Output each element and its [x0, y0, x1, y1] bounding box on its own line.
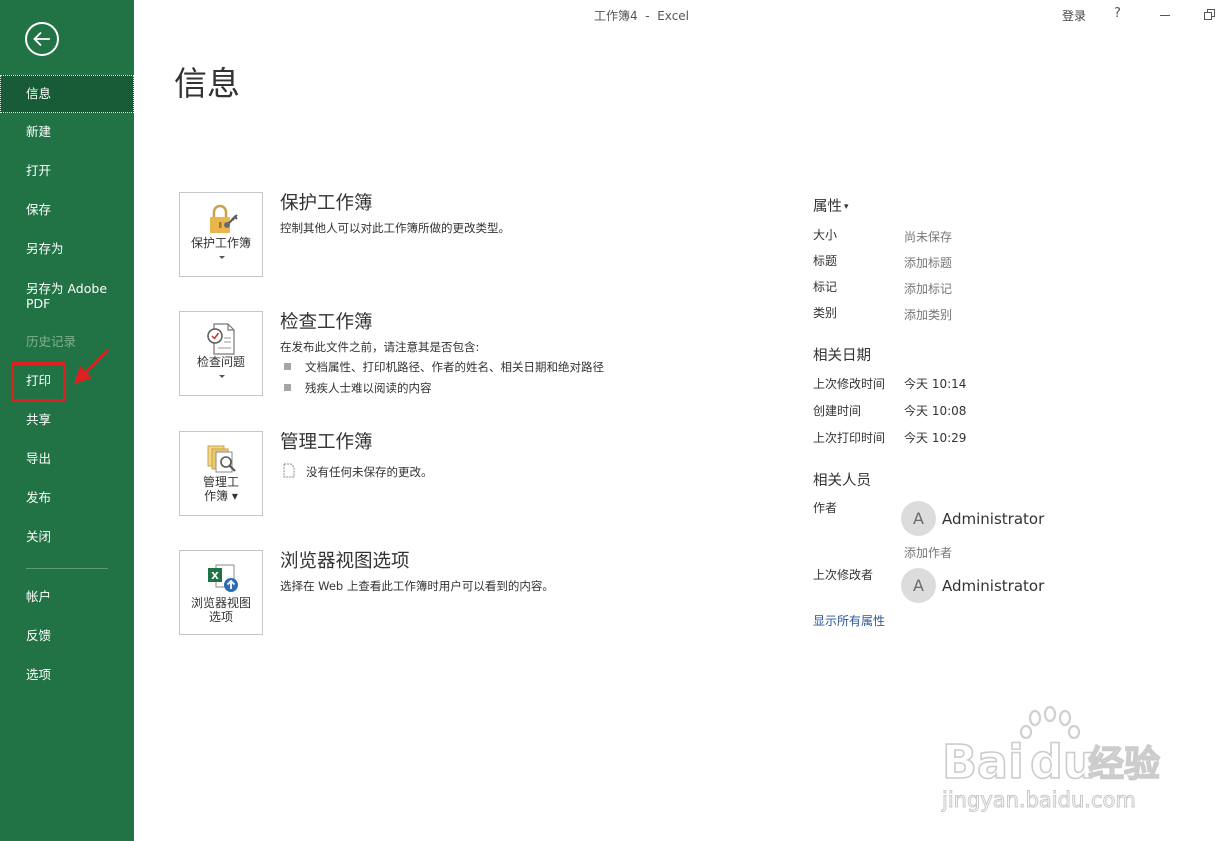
browser-view-options-title: 浏览器视图选项 [280, 551, 410, 572]
browser-view-options-label: 浏览器视图 选项 [180, 596, 262, 624]
inspect-workbook-desc: 在发布此文件之前，请注意其是否包含: [280, 340, 480, 354]
protect-workbook-button[interactable]: 保护工作簿 [179, 192, 263, 277]
lock-key-icon [210, 204, 238, 233]
nav-item-publish[interactable]: 发布 [0, 490, 134, 505]
date-value-printed: 今天 10:29 [904, 431, 967, 445]
protect-workbook-label: 保护工作簿 [190, 236, 251, 250]
chevron-down-icon [219, 375, 225, 378]
nav-divider [26, 568, 108, 569]
help-icon[interactable]: ? [1114, 6, 1121, 21]
nav-item-history: 历史记录 [26, 334, 77, 349]
protect-workbook-title: 保护工作簿 [280, 193, 373, 214]
back-arrow-icon [33, 31, 50, 47]
back-button[interactable] [25, 22, 59, 56]
chevron-down-icon: ▾ [844, 202, 849, 212]
prop-label-category: 类别 [813, 306, 838, 320]
last-modified-name[interactable]: Administrator [942, 577, 1044, 595]
properties-heading: 属性 [813, 199, 842, 215]
author-avatar: A [901, 501, 936, 536]
nav-item-save-as[interactable]: 另存为 [0, 241, 134, 256]
related-dates-heading: 相关日期 [813, 348, 871, 364]
red-arrow-icon [74, 348, 110, 384]
page-title: 信息 [174, 64, 240, 103]
baidu-jingyan-watermark: Bai du 经验 jingyan.baidu.com [941, 705, 1161, 813]
restore-window-icon[interactable] [1203, 8, 1217, 22]
author-label: 作者 [813, 501, 838, 515]
show-all-properties-link[interactable]: 显示所有属性 [813, 612, 885, 629]
last-modified-by-label: 上次修改者 [813, 568, 874, 582]
manage-workbook-label-text: 管理工 作簿 ▾ [202, 475, 239, 503]
check-for-issues-button[interactable]: 检查问题 [179, 311, 263, 396]
date-label-created: 创建时间 [813, 404, 862, 418]
watermark-brand: Bai [942, 735, 1024, 789]
manage-versions-icon [207, 445, 236, 473]
nav-item-save[interactable]: 保存 [0, 202, 134, 217]
nav-item-close[interactable]: 关闭 [0, 529, 134, 544]
login-link[interactable]: 登录 [1062, 7, 1086, 24]
date-value-modified: 今天 10:14 [904, 377, 967, 391]
nav-item-export[interactable]: 导出 [0, 451, 134, 466]
watermark-suffix: 经验 [1088, 744, 1160, 785]
prop-label-tags: 标记 [813, 280, 838, 294]
excel-web-icon: X [208, 564, 238, 592]
browser-view-options-desc: 选择在 Web 上查看此工作簿时用户可以看到的内容。 [280, 579, 554, 593]
related-people-heading: 相关人员 [813, 473, 871, 489]
nav-item-new[interactable]: 新建 [0, 124, 134, 139]
inspect-bullet-1: 文档属性、打印机路径、作者的姓名、相关日期和绝对路径 [305, 360, 604, 374]
watermark-url: jingyan.baidu.com [941, 788, 1136, 812]
bullet-icon [284, 363, 291, 370]
nav-item-save-as-pdf[interactable]: 另存为 Adobe PDF [0, 281, 118, 311]
last-modified-avatar: A [901, 568, 936, 603]
nav-item-info[interactable]: 信息 [0, 75, 134, 113]
nav-item-feedback[interactable]: 反馈 [0, 628, 134, 643]
window-title: 工作簿4 - Excel [594, 9, 690, 23]
date-label-modified: 上次修改时间 [813, 377, 886, 391]
nav-item-share[interactable]: 共享 [0, 412, 134, 427]
prop-category-field[interactable]: 添加类别 [904, 308, 952, 322]
date-label-printed: 上次打印时间 [813, 431, 886, 445]
browser-view-options-button[interactable]: X 浏览器视图 选项 [179, 550, 263, 635]
svg-text:X: X [211, 571, 219, 582]
minimize-icon[interactable] [1160, 15, 1170, 16]
nav-item-account[interactable]: 帐户 [0, 589, 134, 604]
nav-item-options[interactable]: 选项 [0, 667, 134, 682]
document-icon [283, 463, 295, 478]
bullet-icon [284, 384, 291, 391]
check-for-issues-label: 检查问题 [196, 355, 245, 369]
inspect-document-icon [207, 323, 235, 355]
add-author-field[interactable]: 添加作者 [904, 546, 952, 560]
manage-workbook-title: 管理工作簿 [280, 432, 373, 453]
browser-view-options-label-text: 浏览器视图 选项 [190, 596, 251, 624]
prop-label-title: 标题 [813, 254, 838, 268]
date-value-created: 今天 10:08 [904, 404, 967, 418]
manage-workbook-button[interactable]: 管理工 作簿 ▾ [179, 431, 263, 516]
protect-workbook-desc: 控制其他人可以对此工作簿所做的更改类型。 [280, 221, 510, 235]
prop-tags-field[interactable]: 添加标记 [904, 282, 952, 296]
manage-workbook-desc: 没有任何未保存的更改。 [306, 465, 433, 479]
prop-title-field[interactable]: 添加标题 [904, 256, 952, 270]
print-highlight-box [11, 362, 66, 402]
watermark-du: du [1030, 735, 1096, 789]
prop-label-size: 大小 [813, 228, 838, 242]
properties-dropdown[interactable]: 属性 ▾ [813, 198, 849, 216]
backstage-sidebar: 信息 新建 打开 保存 另存为 另存为 Adobe PDF 历史记录 打印 共享… [0, 0, 134, 841]
prop-value-size: 尚未保存 [904, 230, 953, 244]
author-name[interactable]: Administrator [942, 510, 1044, 528]
inspect-workbook-title: 检查工作簿 [280, 312, 373, 333]
nav-item-open[interactable]: 打开 [0, 163, 134, 178]
manage-workbook-label: 管理工 作簿 ▾ [180, 475, 262, 503]
chevron-down-icon [219, 256, 225, 259]
inspect-bullet-2: 残疾人士难以阅读的内容 [305, 381, 432, 395]
